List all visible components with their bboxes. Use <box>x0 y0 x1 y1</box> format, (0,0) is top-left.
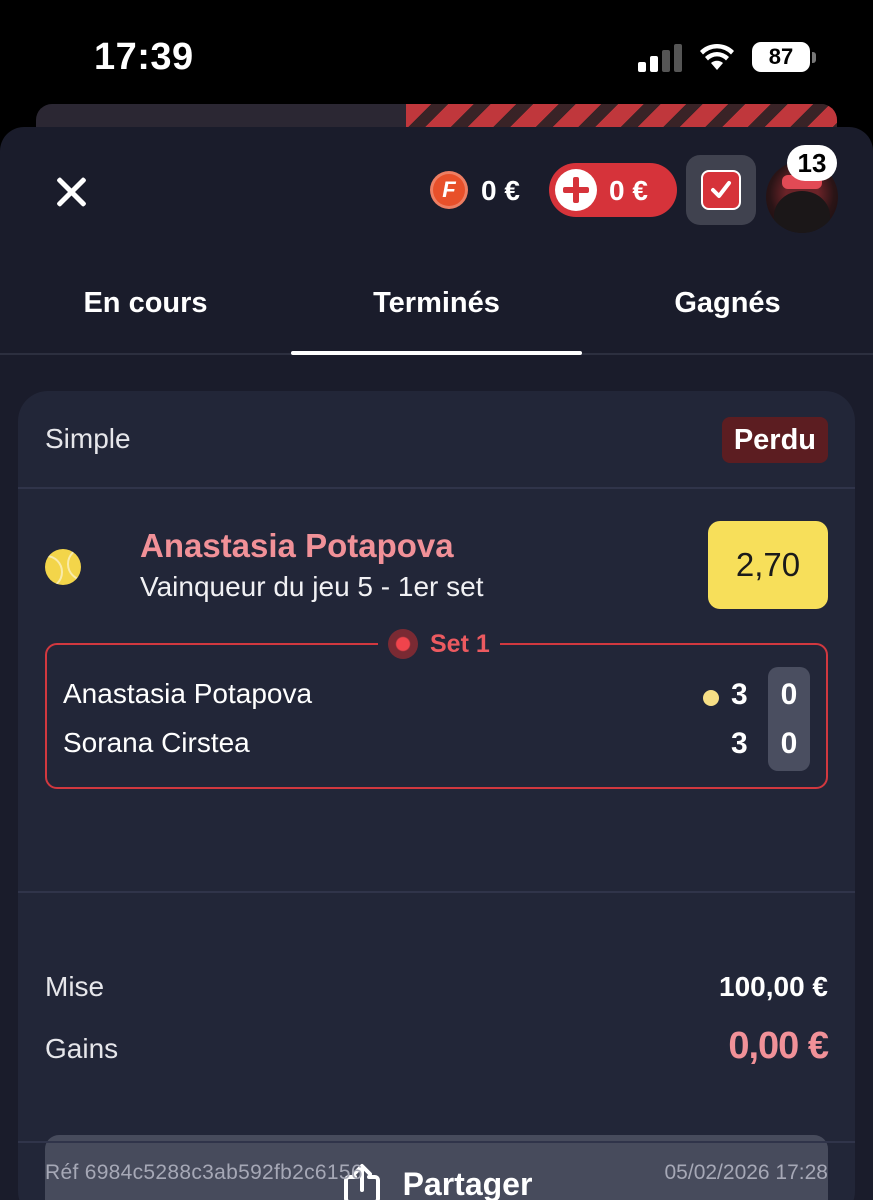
player1-games: 3 <box>731 678 748 711</box>
score-row: Anastasia Potapova 3 <box>63 676 803 716</box>
tab-termines[interactable]: Terminés <box>291 287 582 320</box>
player1-name: Anastasia Potapova <box>63 678 313 709</box>
status-badge: Perdu <box>721 417 828 463</box>
serving-indicator-icon <box>703 690 719 706</box>
avatar-hood <box>774 191 830 233</box>
plus-icon <box>555 169 597 211</box>
player2-games: 3 <box>731 727 748 760</box>
stake-value: 100,00 € <box>719 971 828 1002</box>
bet-tabs: En cours Terminés Gagnés <box>0 267 873 355</box>
divider <box>18 487 855 489</box>
cellular-signal-icon <box>638 44 684 72</box>
gains-label: Gains <box>45 1033 119 1064</box>
divider <box>18 1141 855 1143</box>
my-bets-button[interactable] <box>686 155 756 225</box>
wifi-icon <box>700 43 734 70</box>
status-bar: 17:39 87 <box>0 0 873 110</box>
live-score-box <box>45 643 828 789</box>
bet-history-sheet: F 0 € 0 € 13 En cours Terminés Gagnés Si… <box>0 127 873 1200</box>
selection-market: Vainqueur du jeu 5 - 1er set <box>140 571 484 602</box>
active-tab-indicator <box>291 351 582 355</box>
bet-reference: Réf 6984c5288c3ab592fb2c6156 <box>45 1161 363 1184</box>
bet-date: 05/02/2026 17:28 <box>664 1161 829 1184</box>
battery-tip <box>812 52 816 63</box>
live-dot-icon <box>388 629 418 659</box>
bet-card: Simple Perdu Anastasia Potapova Vainqueu… <box>18 391 855 1200</box>
stake-label: Mise <box>45 971 105 1002</box>
gains-value: 0,00 € <box>728 1025 829 1067</box>
odds-badge: 2,70 <box>708 521 828 609</box>
bonus-balance-button[interactable]: 0 € <box>549 163 677 217</box>
set-label: Set 1 <box>430 629 490 658</box>
tennis-ball-icon <box>45 549 81 585</box>
coin-balance: 0 € <box>481 175 520 206</box>
checkmark-icon <box>701 170 741 210</box>
set-header: Set 1 <box>378 626 500 662</box>
player2-name: Sorana Cirstea <box>63 727 250 758</box>
close-icon[interactable] <box>50 171 92 213</box>
bet-type: Simple <box>45 423 131 454</box>
selection-name: Anastasia Potapova <box>140 527 454 564</box>
tab-gagnes[interactable]: Gagnés <box>582 287 873 320</box>
coin-icon: F <box>430 171 468 209</box>
battery-indicator: 87 <box>752 42 810 72</box>
tab-en-cours[interactable]: En cours <box>0 287 291 320</box>
share-label: Partager <box>402 1165 533 1200</box>
notification-badge: 13 <box>787 145 837 181</box>
status-time: 17:39 <box>94 36 194 78</box>
bonus-balance: 0 € <box>609 175 648 206</box>
score-row: Sorana Cirstea 3 <box>63 725 803 765</box>
divider <box>18 891 855 893</box>
